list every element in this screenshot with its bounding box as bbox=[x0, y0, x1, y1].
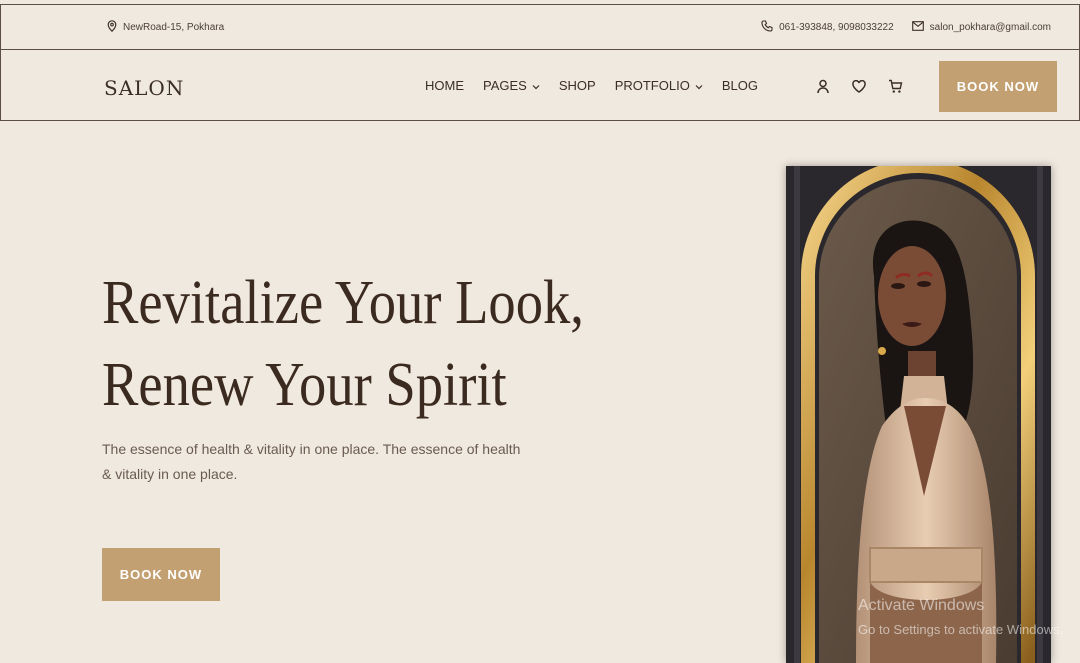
nav-item-label: SHOP bbox=[558, 78, 596, 93]
phone-icon bbox=[761, 20, 773, 35]
location-pin-icon bbox=[107, 20, 117, 35]
address-text: NewRoad-15, Pokhara bbox=[123, 22, 225, 33]
nav-item-pages[interactable]: PAGES bbox=[483, 78, 540, 93]
activate-windows-watermark: Activate Windows Go to Settings to activ… bbox=[858, 594, 1063, 642]
nav-item-label: PROTFOLIO bbox=[614, 78, 690, 93]
top-info-bar: NewRoad-15, Pokhara 061-393848, 90980332… bbox=[0, 4, 1080, 50]
email[interactable]: salon_pokhara@gmail.com bbox=[911, 21, 1051, 34]
heart-icon[interactable] bbox=[851, 78, 867, 94]
nav-item-protfolio[interactable]: PROTFOLIO bbox=[615, 78, 703, 93]
nav-item-blog[interactable]: BLOG bbox=[722, 78, 758, 93]
mail-icon bbox=[911, 21, 924, 34]
nav-menu: HOME PAGES SHOP PROTFOLIO BLOG bbox=[425, 78, 758, 93]
hero-title-line-1: Revitalize Your Look, bbox=[102, 269, 584, 337]
address: NewRoad-15, Pokhara bbox=[107, 20, 224, 35]
logo[interactable]: SALON bbox=[104, 76, 184, 100]
hero-portrait-image bbox=[786, 166, 1051, 663]
phone-text: 061-393848, 9098033222 bbox=[779, 22, 894, 33]
cart-icon[interactable] bbox=[887, 78, 903, 94]
portrait-illustration bbox=[786, 166, 1051, 663]
watermark-subtitle: Go to Settings to activate Windows. bbox=[858, 622, 1064, 637]
chevron-down-icon bbox=[695, 78, 703, 93]
nav-item-label: PAGES bbox=[483, 78, 527, 93]
nav-item-label: HOME bbox=[425, 78, 464, 93]
hero-title-line-2: Renew Your Spirit bbox=[102, 351, 507, 419]
nav-item-shop[interactable]: SHOP bbox=[559, 78, 596, 93]
hero-subtitle: The essence of health & vitality in one … bbox=[102, 441, 521, 482]
book-now-button-hero[interactable]: BOOK NOW bbox=[102, 548, 220, 601]
main-navbar: SALON HOME PAGES SHOP PROTFOLIO BLOG BOO… bbox=[0, 49, 1080, 121]
hero-title: Revitalize Your Look, Renew Your Spirit bbox=[102, 262, 595, 426]
book-now-button-nav[interactable]: BOOK NOW bbox=[939, 61, 1057, 112]
nav-item-label: BLOG bbox=[721, 78, 758, 93]
phone[interactable]: 061-393848, 9098033222 bbox=[761, 20, 894, 35]
chevron-down-icon bbox=[532, 78, 540, 93]
watermark-title: Activate Windows bbox=[858, 597, 985, 614]
nav-item-home[interactable]: HOME bbox=[425, 78, 464, 93]
email-text: salon_pokhara@gmail.com bbox=[929, 22, 1051, 33]
user-icon[interactable] bbox=[815, 78, 831, 94]
